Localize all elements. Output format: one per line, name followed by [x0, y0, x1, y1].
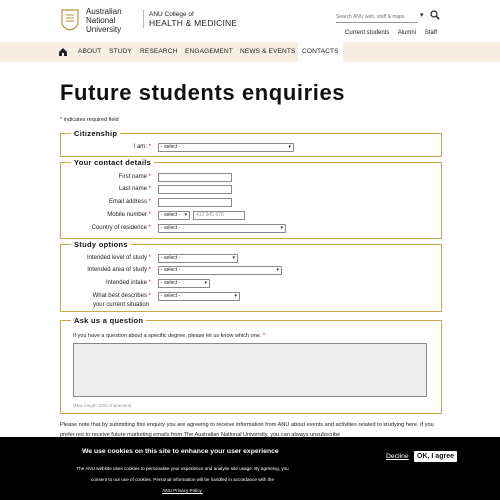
mobile-label-text: Mobile number	[107, 212, 147, 218]
search-icon[interactable]	[430, 10, 440, 20]
mobile-field[interactable]: 412 345 678	[193, 211, 245, 220]
nav-research[interactable]: RESEARCH	[140, 48, 177, 55]
required-star: *	[148, 293, 151, 299]
describes-label-text-1: What best describes	[92, 293, 147, 299]
level-select[interactable]: - select -	[158, 254, 238, 263]
search-input[interactable]	[336, 11, 418, 23]
intake-select[interactable]: - select -	[158, 279, 210, 288]
intake-label: Intended intake *	[61, 280, 151, 286]
nav-study[interactable]: STUDY	[109, 48, 132, 55]
link-staff[interactable]: Staff	[425, 30, 437, 36]
college-line2: HEALTH & MEDICINE	[149, 18, 238, 28]
ask-legend: Ask us a question	[71, 316, 147, 325]
describes-label-text-2: your current situation	[92, 302, 149, 308]
link-current-students[interactable]: Current students	[345, 30, 389, 36]
required-star: *	[262, 333, 266, 339]
first-name-field[interactable]	[158, 173, 232, 182]
maxlength-note: (Max length 1500 characters)	[73, 403, 132, 408]
i-am-select[interactable]: - select -	[158, 143, 294, 152]
page-title: Future students enquiries	[60, 80, 346, 105]
mobile-code-select[interactable]: - select -	[158, 211, 190, 220]
link-alumni[interactable]: Alumni	[398, 30, 416, 36]
privacy-policy-link[interactable]: ANU Privacy Policy.	[60, 485, 305, 496]
describes-select[interactable]: - select -	[158, 292, 240, 301]
required-star: *	[60, 117, 63, 123]
first-name-label-text: First name	[118, 174, 147, 180]
utility-links: Current students Alumni Staff	[345, 30, 444, 36]
cookie-body-line1: The ANU website uses cookies to personal…	[76, 466, 289, 471]
citizenship-legend: Citizenship	[71, 129, 121, 138]
required-star: *	[148, 144, 151, 150]
cookie-banner: We use cookies on this site to enhance y…	[0, 437, 500, 500]
required-star: *	[148, 212, 151, 218]
nav-about[interactable]: ABOUT	[78, 48, 101, 55]
required-star: *	[148, 255, 151, 261]
study-fieldset: Study options Intended level of study * …	[60, 240, 442, 312]
site-header: Australian National University ANU Colle…	[0, 0, 500, 42]
required-star: *	[148, 280, 151, 286]
decline-button[interactable]: Decline	[386, 453, 409, 460]
required-note: * indicates required field	[60, 117, 119, 123]
country-select[interactable]: - select -	[158, 224, 286, 233]
nav-engagement[interactable]: ENGAGEMENT	[185, 48, 233, 55]
study-legend: Study options	[71, 240, 131, 249]
email-label-text: Email address	[108, 199, 147, 205]
ask-prompt-text: If you have a question about a specific …	[73, 333, 262, 339]
main-nav: ABOUT STUDY RESEARCH ENGAGEMENT NEWS & E…	[0, 42, 500, 62]
last-name-label: Last name *	[61, 186, 151, 192]
area-select[interactable]: - select -	[158, 266, 282, 275]
area-label-text: Intended area of study	[87, 267, 147, 273]
nav-news-events[interactable]: NEWS & EVENTS	[240, 48, 296, 55]
required-star: *	[148, 174, 151, 180]
cookie-body: The ANU website uses cookies to personal…	[60, 463, 305, 496]
i-am-label: I am: *	[61, 144, 151, 150]
email-label: Email address *	[61, 199, 151, 205]
question-textarea[interactable]	[73, 343, 427, 397]
mobile-label: Mobile number *	[61, 212, 151, 218]
nav-contacts[interactable]: CONTACTS	[298, 42, 343, 62]
logo-line: University	[86, 25, 122, 34]
level-label: Intended level of study *	[61, 255, 151, 261]
describes-label: What best describes * your current situa…	[61, 292, 151, 310]
logo-line: Australian	[86, 7, 122, 16]
area-label: Intended area of study *	[61, 267, 151, 273]
logo-line: National	[86, 16, 116, 25]
required-note-text: indicates required field	[63, 117, 119, 123]
i-am-label-text: I am:	[133, 144, 147, 150]
required-star: *	[148, 199, 151, 205]
contact-fieldset: Your contact details First name * Last n…	[60, 158, 442, 239]
citizenship-fieldset: Citizenship I am: * - select -	[60, 129, 442, 157]
college-name[interactable]: ANU College of HEALTH & MEDICINE	[149, 11, 237, 29]
ask-prompt: If you have a question about a specific …	[73, 333, 265, 339]
country-label: Country of residence *	[61, 225, 151, 231]
ask-fieldset: Ask us a question If you have a question…	[60, 316, 442, 414]
cookie-body-line2: consent to our use of cookies. Personal …	[90, 477, 275, 482]
cookie-title: We use cookies on this site to enhance y…	[82, 448, 279, 455]
first-name-label: First name *	[61, 174, 151, 180]
required-star: *	[148, 225, 151, 231]
country-label-text: Country of residence	[91, 225, 147, 231]
header-divider	[143, 10, 144, 28]
home-icon[interactable]	[58, 47, 68, 57]
ok-agree-button[interactable]: OK, I agree	[414, 451, 457, 462]
last-name-field[interactable]	[158, 185, 232, 194]
intake-label-text: Intended intake	[105, 280, 147, 286]
search-scope-dropdown[interactable]: ▾	[420, 11, 424, 19]
contact-legend: Your contact details	[71, 158, 155, 167]
anu-wordmark[interactable]: Australian National University	[86, 7, 122, 34]
required-star: *	[148, 186, 151, 192]
last-name-label-text: Last name	[118, 186, 147, 192]
required-star: *	[148, 267, 151, 273]
email-field[interactable]	[158, 198, 232, 207]
level-label-text: Intended level of study	[86, 255, 147, 261]
